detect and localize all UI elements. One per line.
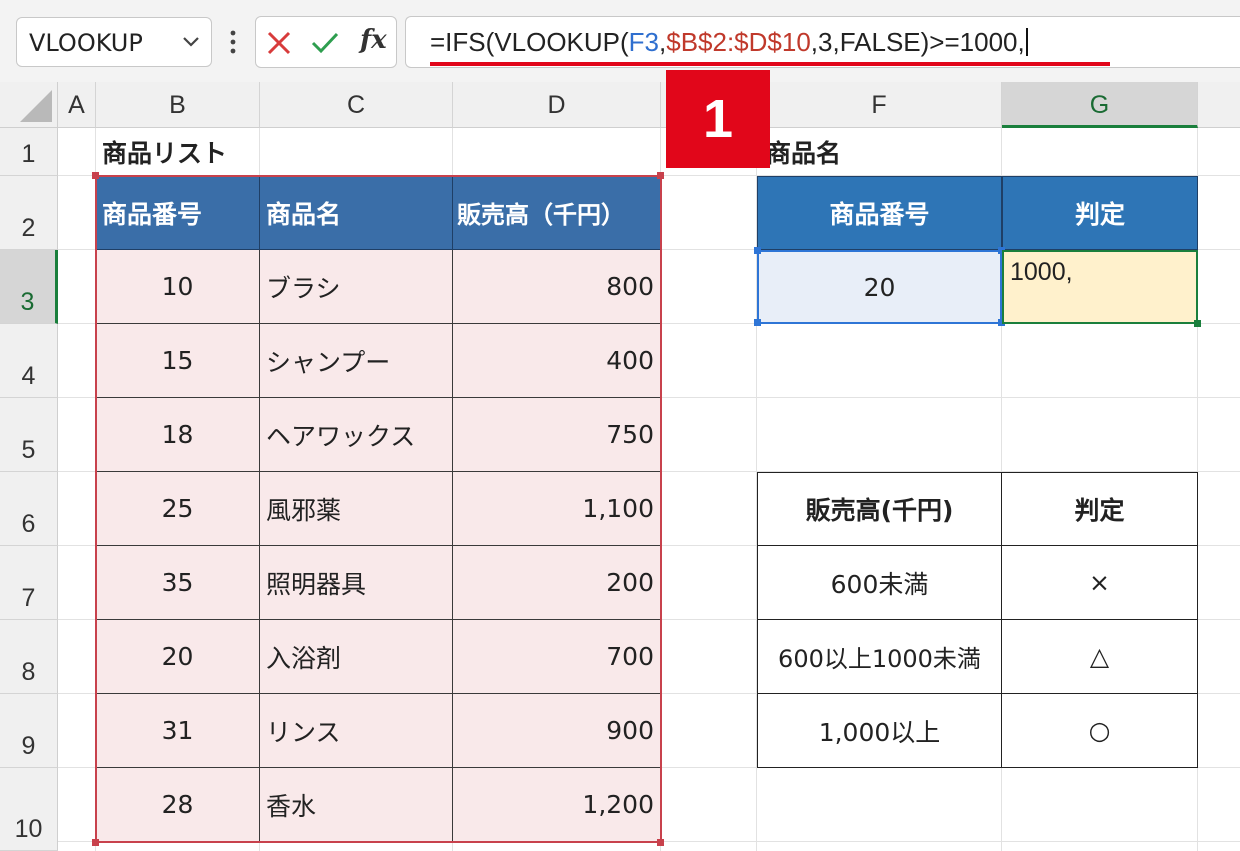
select-all-corner[interactable] <box>0 82 58 128</box>
row-header-label: 10 <box>14 815 43 843</box>
row-header-2[interactable]: 2 <box>0 176 58 250</box>
cell-g3-edit-text: 1000, <box>1010 258 1073 286</box>
formula-text: =IFS(VLOOKUP(F3,$B$2:$D$10,3,FALSE)>=100… <box>430 27 1028 58</box>
right-table-title[interactable]: 商品名 <box>766 128 996 176</box>
table-cell-item-name[interactable]: リンス <box>260 694 453 768</box>
formula-ref-range: $B$2:$D$10 <box>666 27 811 57</box>
enter-check-icon[interactable] <box>310 28 340 58</box>
table-cell-sales[interactable]: 800 <box>453 250 661 324</box>
table-cell-item-no[interactable]: 28 <box>96 768 260 842</box>
reference-handle[interactable] <box>754 319 761 326</box>
formula-prefix: =IFS(VLOOKUP( <box>430 27 629 57</box>
table-cell-item-name[interactable]: ヘアワックス <box>260 398 453 472</box>
step-badge: 1 <box>666 70 770 168</box>
formula-bar: VLOOKUP fx =IFS(VLOOKUP(F3,$B$2:$D$10,3,… <box>0 0 1240 82</box>
insert-function-button[interactable]: fx <box>360 25 387 55</box>
row-header-1[interactable]: 1 <box>0 128 58 176</box>
cell-f3-item-no-input[interactable]: 20 <box>757 250 1002 324</box>
table-cell-item-no[interactable]: 25 <box>96 472 260 546</box>
row-header-label: 5 <box>21 436 36 464</box>
formula-highlight-underline <box>430 62 1110 66</box>
judge-header-sales[interactable]: 販売高(千円) <box>757 472 1002 546</box>
table-cell-item-name[interactable]: 風邪薬 <box>260 472 453 546</box>
range-handle[interactable] <box>92 839 99 846</box>
fill-handle[interactable] <box>1194 320 1201 327</box>
judge-cell-symbol[interactable]: ○ <box>1001 693 1198 768</box>
right-header-judgment[interactable]: 判定 <box>1002 176 1198 250</box>
table-cell-item-name[interactable]: 照明器具 <box>260 546 453 620</box>
judge-cell-symbol[interactable]: △ <box>1001 619 1198 694</box>
more-options-icon[interactable] <box>228 27 238 57</box>
left-table-title[interactable]: 商品リスト <box>96 128 296 176</box>
table-cell-item-no[interactable]: 15 <box>96 324 260 398</box>
row-header-6[interactable]: 6 <box>0 472 58 546</box>
row-header-3[interactable]: 3 <box>0 250 58 324</box>
table-cell-item-name[interactable]: ブラシ <box>260 250 453 324</box>
right-header-item-no[interactable]: 商品番号 <box>757 176 1002 250</box>
column-header-a[interactable]: A <box>58 82 96 128</box>
left-header-item-name[interactable]: 商品名 <box>260 176 453 250</box>
row-header-label: 3 <box>20 288 35 316</box>
table-cell-item-no[interactable]: 18 <box>96 398 260 472</box>
table-cell-sales[interactable]: 700 <box>453 620 661 694</box>
row-header-label: 1 <box>21 140 36 168</box>
judge-header-judgment[interactable]: 判定 <box>1001 472 1198 546</box>
cancel-icon[interactable] <box>264 28 294 58</box>
name-box-value: VLOOKUP <box>29 29 143 57</box>
column-header-g[interactable]: G <box>1002 82 1198 128</box>
table-cell-item-no[interactable]: 20 <box>96 620 260 694</box>
judge-cell-condition[interactable]: 600以上1000未満 <box>757 619 1002 694</box>
column-header-c[interactable]: C <box>260 82 453 128</box>
spreadsheet-grid: A B C D E F G 1 2 3 4 5 6 7 8 9 10 商品リスト… <box>0 82 1240 851</box>
table-cell-item-no[interactable]: 31 <box>96 694 260 768</box>
range-handle[interactable] <box>657 172 664 179</box>
table-cell-sales[interactable]: 1,200 <box>453 768 661 842</box>
table-cell-sales[interactable]: 1,100 <box>453 472 661 546</box>
reference-handle[interactable] <box>754 247 761 254</box>
table-cell-item-name[interactable]: 香水 <box>260 768 453 842</box>
row-header-label: 4 <box>21 362 36 390</box>
table-cell-item-name[interactable]: シャンプー <box>260 324 453 398</box>
select-all-triangle-icon <box>20 90 52 122</box>
judge-cell-condition[interactable]: 600未満 <box>757 545 1002 620</box>
table-cell-item-name[interactable]: 入浴剤 <box>260 620 453 694</box>
range-handle[interactable] <box>92 172 99 179</box>
formula-ref-f3: F3 <box>628 27 659 57</box>
row-header-label: 9 <box>21 732 36 760</box>
table-cell-sales[interactable]: 750 <box>453 398 661 472</box>
row-header-7[interactable]: 7 <box>0 546 58 620</box>
left-header-item-no[interactable]: 商品番号 <box>96 176 260 250</box>
row-header-label: 2 <box>21 214 36 242</box>
row-header-label: 6 <box>21 510 36 538</box>
cell-g3-editing[interactable]: 1000, <box>1002 250 1198 324</box>
column-header-h[interactable] <box>1198 82 1240 128</box>
column-header-f[interactable]: F <box>757 82 1002 128</box>
range-handle[interactable] <box>657 839 664 846</box>
row-header-4[interactable]: 4 <box>0 324 58 398</box>
judge-cell-symbol[interactable]: × <box>1001 545 1198 620</box>
formula-suffix: ,3,FALSE)>=1000, <box>810 27 1025 57</box>
formula-input[interactable]: =IFS(VLOOKUP(F3,$B$2:$D$10,3,FALSE)>=100… <box>405 16 1240 68</box>
table-cell-sales[interactable]: 400 <box>453 324 661 398</box>
table-cell-item-no[interactable]: 35 <box>96 546 260 620</box>
text-caret <box>1025 28 1028 56</box>
row-header-label: 8 <box>21 658 36 686</box>
row-header-9[interactable]: 9 <box>0 694 58 768</box>
name-box[interactable]: VLOOKUP <box>16 17 212 67</box>
column-header-d[interactable]: D <box>453 82 661 128</box>
table-cell-sales[interactable]: 900 <box>453 694 661 768</box>
judge-cell-condition[interactable]: 1,000以上 <box>757 693 1002 768</box>
column-header-b[interactable]: B <box>96 82 260 128</box>
row-header-5[interactable]: 5 <box>0 398 58 472</box>
row-header-label: 7 <box>21 584 36 612</box>
chevron-down-icon[interactable] <box>179 27 203 55</box>
row-header-10[interactable]: 10 <box>0 768 58 851</box>
left-header-sales[interactable]: 販売高（千円） <box>453 176 661 250</box>
table-cell-item-no[interactable]: 10 <box>96 250 260 324</box>
formula-buttons: fx <box>255 16 397 68</box>
table-cell-sales[interactable]: 200 <box>453 546 661 620</box>
row-header-8[interactable]: 8 <box>0 620 58 694</box>
